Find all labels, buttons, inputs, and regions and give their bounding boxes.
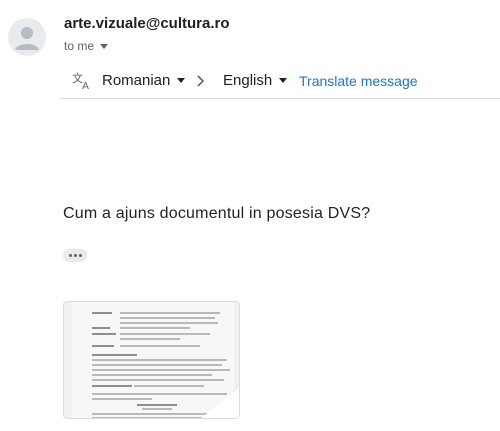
show-trimmed-content-button[interactable] bbox=[63, 249, 87, 262]
target-language-select[interactable]: English bbox=[223, 72, 288, 89]
translate-message-link[interactable]: Translate message bbox=[299, 73, 418, 89]
sender-avatar[interactable] bbox=[8, 18, 46, 56]
target-language-label: English bbox=[223, 72, 273, 89]
more-horiz-icon bbox=[68, 254, 72, 257]
more-horiz-icon bbox=[78, 254, 82, 257]
source-language-select[interactable]: Romanian bbox=[102, 72, 186, 89]
svg-text:A: A bbox=[82, 81, 89, 91]
recipient-label: to me bbox=[64, 39, 95, 53]
recipient-line[interactable]: to me bbox=[64, 39, 109, 53]
source-language-label: Romanian bbox=[102, 72, 171, 89]
more-horiz-icon bbox=[73, 254, 77, 257]
person-icon bbox=[15, 27, 39, 50]
chevron-down-icon bbox=[279, 78, 288, 83]
translate-icon: 文 A bbox=[72, 71, 89, 91]
email-view: arte.vizuale@cultura.ro to me 文 A Romani… bbox=[0, 0, 500, 431]
attachment-thumbnail[interactable] bbox=[63, 301, 240, 419]
translate-bar: 文 A Romanian English Translate message bbox=[60, 63, 500, 99]
page-fold bbox=[201, 388, 239, 418]
chevron-down-icon bbox=[177, 78, 186, 83]
chevron-right-icon bbox=[197, 75, 205, 87]
sender-email[interactable]: arte.vizuale@cultura.ro bbox=[64, 15, 230, 32]
chevron-down-icon[interactable] bbox=[100, 44, 109, 49]
message-text: Cum a ajuns documentul in posesia DVS? bbox=[63, 205, 371, 222]
